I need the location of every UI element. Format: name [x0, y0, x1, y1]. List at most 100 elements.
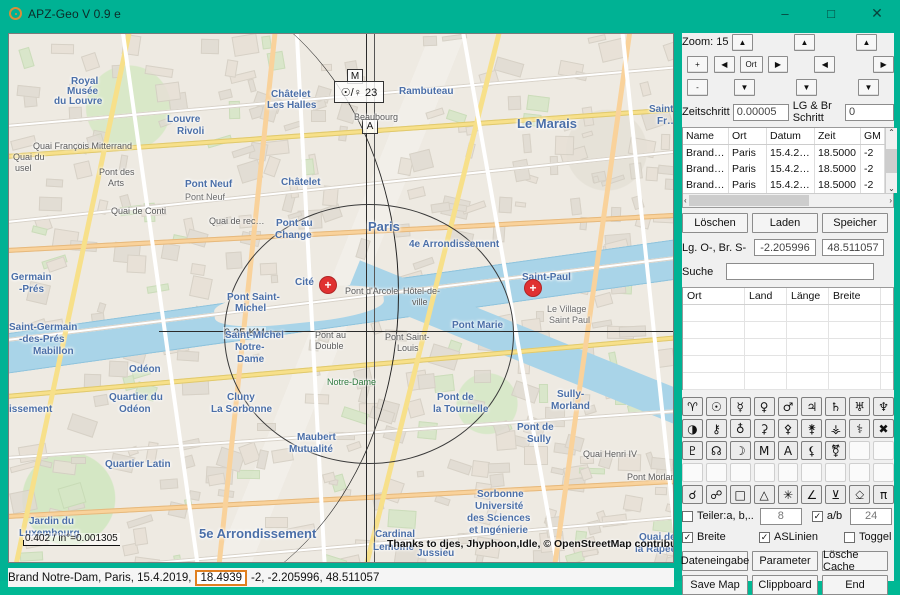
places-col-header[interactable]: Länge: [787, 288, 829, 304]
status-time-field[interactable]: 18.4939: [195, 569, 248, 586]
coord-step-down-button[interactable]: ▼: [858, 79, 879, 96]
semisextile-icon[interactable]: ∠: [801, 485, 823, 504]
save-map-button[interactable]: Save Map: [682, 575, 748, 595]
clipboard-button[interactable]: Clippboard: [752, 575, 818, 595]
load-button[interactable]: Laden: [752, 213, 818, 233]
scroll-right-icon[interactable]: ›: [889, 196, 892, 205]
events-col-header[interactable]: Ort: [729, 128, 767, 144]
end-button[interactable]: End: [822, 575, 888, 595]
coord-step-forward-button[interactable]: ▶: [873, 56, 895, 73]
time-step-back-button[interactable]: ◀: [814, 56, 836, 73]
data-entry-button[interactable]: Dateneingabe: [681, 551, 749, 571]
teiler-value-input[interactable]: [759, 507, 802, 525]
ab-value-input[interactable]: [850, 507, 893, 525]
search-input[interactable]: [726, 263, 874, 280]
map-pan-down-button[interactable]: ▼: [734, 79, 755, 96]
map-view[interactable]: 0.25 KM M ☉/♀ 23 A Royal Musée du Louvre Ch…: [8, 33, 674, 563]
list-item[interactable]: [683, 373, 893, 390]
mercury-icon[interactable]: ☿: [729, 397, 751, 416]
vesta-icon[interactable]: ⚶: [825, 419, 847, 438]
save-button[interactable]: Speicher: [822, 213, 888, 233]
longitude-input[interactable]: [754, 239, 816, 256]
juno-icon[interactable]: ⚵: [801, 419, 823, 438]
center-ort-button[interactable]: Ort: [739, 56, 763, 73]
maximize-button[interactable]: □: [808, 0, 854, 27]
toggel-checkbox[interactable]: [844, 531, 855, 543]
minimize-button[interactable]: –: [762, 0, 808, 27]
events-table[interactable]: Name Ort Datum Zeit GM Brand… Paris 15.4.2… 18.…: [682, 127, 897, 208]
places-col-header[interactable]: Breite: [829, 288, 881, 304]
part-fortune-icon[interactable]: ⚸: [801, 441, 823, 460]
semisquare-icon[interactable]: ⎐: [849, 485, 871, 504]
square-icon[interactable]: □: [729, 485, 751, 504]
list-item[interactable]: [683, 305, 893, 322]
teiler-checkbox[interactable]: [682, 510, 693, 522]
places-col-header[interactable]: Ort: [683, 288, 745, 304]
zoom-in-button[interactable]: +: [687, 56, 708, 73]
fixed-star-icon[interactable]: ✖: [873, 419, 895, 438]
aslinien-checkbox[interactable]: ✓: [759, 531, 770, 543]
aries-icon[interactable]: ♈: [682, 397, 703, 416]
vertex-icon[interactable]: ⚧: [825, 441, 847, 460]
events-col-header[interactable]: Zeit: [815, 128, 861, 144]
earth-icon[interactable]: ♁: [729, 419, 751, 438]
quincunx-icon[interactable]: ⊻: [825, 485, 847, 504]
pluto-icon[interactable]: ♇: [682, 441, 703, 460]
north-node-icon[interactable]: ☊: [705, 441, 727, 460]
asc-icon[interactable]: A: [777, 441, 799, 460]
list-item[interactable]: [683, 356, 893, 373]
latitude-input[interactable]: [822, 239, 884, 256]
list-item[interactable]: [683, 339, 893, 356]
zeitschritt-input[interactable]: [732, 103, 789, 121]
sun-icon[interactable]: ☉: [705, 397, 727, 416]
pallas-icon[interactable]: ⚴: [777, 419, 799, 438]
table-row[interactable]: Brand… Paris 15.4.2… 18.5000 -2: [683, 161, 885, 177]
asclepius-icon[interactable]: ⚕: [849, 419, 871, 438]
jupiter-icon[interactable]: ♃: [801, 397, 823, 416]
close-button[interactable]: ✕: [854, 0, 900, 27]
mars-icon[interactable]: ♂: [777, 397, 799, 416]
places-table[interactable]: Ort Land Länge Breite: [682, 287, 894, 390]
places-col-header[interactable]: Land: [745, 288, 787, 304]
uranus-icon[interactable]: ♅: [849, 397, 871, 416]
events-col-header[interactable]: GM: [861, 128, 885, 144]
parameter-button[interactable]: Parameter: [752, 551, 818, 571]
breite-checkbox[interactable]: ✓: [682, 531, 693, 543]
events-col-header[interactable]: Datum: [767, 128, 815, 144]
map-pan-right-button[interactable]: ▶: [767, 56, 789, 73]
delete-button[interactable]: Löschen: [682, 213, 748, 233]
lilith-icon[interactable]: ◑: [682, 419, 703, 438]
mc-icon[interactable]: M: [753, 441, 775, 460]
time-step-down-button[interactable]: ▼: [796, 79, 817, 96]
coord-step-up-button[interactable]: ▲: [856, 33, 877, 51]
center-readout[interactable]: ☉/♀ 23: [334, 81, 384, 103]
poi-marker[interactable]: +: [525, 280, 541, 296]
opposition-icon[interactable]: ☍: [705, 485, 727, 504]
sextile-icon[interactable]: ✳: [777, 485, 799, 504]
list-item[interactable]: [683, 322, 893, 339]
scroll-left-icon[interactable]: ‹: [684, 196, 687, 205]
sesquiquadrate-icon[interactable]: π: [873, 485, 895, 504]
map-pan-left-button[interactable]: ◀: [713, 56, 735, 73]
neptune-icon[interactable]: ♆: [873, 397, 895, 416]
map-pan-up-button[interactable]: ▲: [732, 33, 753, 51]
trine-icon[interactable]: △: [753, 485, 775, 504]
ab-checkbox[interactable]: ✓: [811, 510, 823, 522]
ceres-icon[interactable]: ⚳: [753, 419, 775, 438]
table-row[interactable]: Brand… Paris 15.4.2… 18.5000 -2: [683, 145, 885, 161]
events-table-hscrollbar[interactable]: ‹ ›: [683, 193, 893, 207]
clear-cache-button[interactable]: Lösche Cache: [822, 549, 888, 573]
hscroll-thumb[interactable]: [688, 195, 809, 206]
zoom-out-button[interactable]: -: [687, 79, 708, 96]
chiron-icon[interactable]: ⚷: [705, 419, 727, 438]
scroll-down-icon[interactable]: ⌄: [888, 184, 895, 193]
moon-icon[interactable]: ☽: [729, 441, 751, 460]
events-col-header[interactable]: Name: [683, 128, 729, 144]
poi-marker[interactable]: +: [320, 277, 336, 293]
scroll-up-icon[interactable]: ⌃: [888, 128, 895, 137]
time-step-up-button[interactable]: ▲: [794, 33, 815, 51]
events-table-vscrollbar[interactable]: ⌃ ⌄: [885, 128, 897, 193]
lgbr-schritt-input[interactable]: [845, 103, 894, 121]
conjunction-icon[interactable]: ☌: [682, 485, 703, 504]
table-row[interactable]: Brand… Paris 15.4.2… 18.5000 -2: [683, 177, 885, 193]
